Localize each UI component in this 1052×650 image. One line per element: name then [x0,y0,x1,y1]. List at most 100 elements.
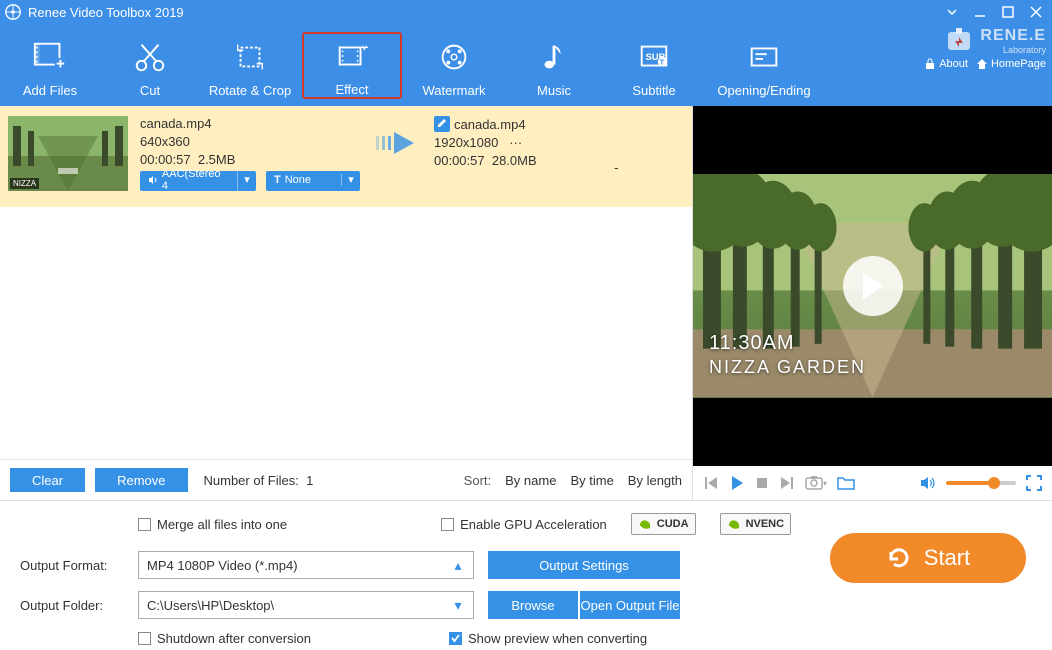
sort-label: Sort: [464,473,491,488]
subtitle-chip[interactable]: TNone ▾ [266,171,360,191]
file-thumbnail: NIZZA [8,116,128,191]
shutdown-checkbox[interactable]: Shutdown after conversion [138,631,311,646]
cut-button[interactable]: Cut [100,33,200,98]
stop-button[interactable] [755,476,769,490]
player-controls: ▾ [693,466,1052,500]
add-files-label: Add Files [23,83,77,98]
volume-button[interactable] [920,476,936,490]
start-button[interactable]: Start [830,533,1026,583]
open-folder-button[interactable] [837,476,855,490]
titlebar: Renee Video Toolbox 2019 [0,0,1052,24]
preview-checkbox[interactable]: Show preview when converting [449,631,647,646]
merge-checkbox[interactable]: Merge all files into one [138,517,287,532]
thumb-label: NIZZA [10,178,39,189]
lock-icon [924,58,936,70]
file-count-label: Number of Files: [204,473,299,488]
maximize-button[interactable] [996,3,1020,21]
opening-ending-label: Opening/Ending [717,83,810,98]
subtitle-button[interactable]: SUBT Subtitle [604,33,704,98]
output-format-combo[interactable]: MP4 1080P Video (*.mp4) ▴ [138,551,474,579]
bottom-panel: Merge all files into one Enable GPU Acce… [0,501,1052,650]
effect-icon [334,38,370,74]
sort-by-length[interactable]: By length [628,473,682,488]
music-icon [536,39,572,75]
file-list: NIZZA canada.mp4 640x360 00:00:57 2.5MB … [0,106,693,500]
audio-icon [148,175,158,185]
dest-time: 00:00:57 [434,153,485,168]
snapshot-button[interactable]: ▾ [805,475,827,491]
watermark-icon [436,39,472,75]
chevron-down-icon[interactable]: ▾ [342,173,360,186]
arrow-icon [372,126,422,160]
open-output-button[interactable]: Open Output File [580,591,680,619]
output-folder-combo[interactable]: C:\Users\HP\Desktop\ ▾ [138,591,474,619]
app-logo-icon [4,3,22,21]
play-button[interactable] [729,475,745,491]
opening-ending-icon [746,39,782,75]
dest-name: canada.mp4 [454,117,526,132]
volume-slider[interactable] [946,481,1016,485]
main-area: NIZZA canada.mp4 640x360 00:00:57 2.5MB … [0,106,1052,501]
cut-icon [132,39,168,75]
audio-chip[interactable]: AAC(Stereo 4 ▾ [140,171,256,191]
dropdown-icon[interactable] [940,3,964,21]
chevron-down-icon[interactable]: ▾ [238,173,256,186]
sort-by-name[interactable]: By name [505,473,556,488]
close-button[interactable] [1024,3,1048,21]
source-resolution: 640x360 [140,134,360,149]
cuda-badge: CUDA [631,513,696,535]
browse-button[interactable]: Browse [488,591,578,619]
file-list-footer: Clear Remove Number of Files: 1 Sort: By… [0,459,692,500]
refresh-icon [886,545,912,571]
prev-button[interactable] [703,475,719,491]
fullscreen-button[interactable] [1026,475,1042,491]
music-button[interactable]: Music [504,33,604,98]
effect-label: Effect [335,82,368,97]
dash: - [549,160,684,175]
clear-button[interactable]: Clear [10,468,85,492]
watermark-button[interactable]: Watermark [404,33,504,98]
add-files-button[interactable]: Add Files [0,33,100,98]
effect-button[interactable]: Effect [302,32,402,99]
svg-text:T: T [660,57,665,66]
rotate-crop-icon [232,39,268,75]
edit-icon[interactable] [434,116,450,132]
remove-button[interactable]: Remove [95,468,187,492]
minimize-button[interactable] [968,3,992,21]
subtitle-label: Subtitle [632,83,675,98]
about-link[interactable]: About [924,58,968,70]
cut-label: Cut [140,83,160,98]
brand-icon [944,26,974,56]
brand-name: RENE.E [980,27,1046,45]
source-time: 00:00:57 [140,152,191,167]
source-name: canada.mp4 [140,116,360,131]
source-file-info: canada.mp4 640x360 00:00:57 2.5MB AAC(St… [140,116,360,197]
output-folder-label: Output Folder: [16,598,138,613]
brand-area: RENE.E Laboratory About HomePage [924,26,1046,70]
file-row[interactable]: NIZZA canada.mp4 640x360 00:00:57 2.5MB … [0,106,692,207]
output-format-label: Output Format: [16,558,138,573]
watermark-label: Watermark [422,83,485,98]
file-count: 1 [306,473,313,488]
play-overlay-button[interactable] [843,256,903,316]
home-icon [976,58,988,70]
main-toolbar: Add Files Cut Rotate & Crop Effect Water… [0,24,1052,106]
add-files-icon [32,39,68,75]
next-button[interactable] [779,475,795,491]
chevron-up-icon: ▴ [443,552,473,578]
gpu-checkbox[interactable]: Enable GPU Acceleration [441,517,607,532]
output-settings-button[interactable]: Output Settings [488,551,680,579]
rotate-crop-button[interactable]: Rotate & Crop [200,33,300,98]
dest-resolution: 1920x1080 [434,135,498,150]
dest-file-info: canada.mp4 1920x1080 ··· 00:00:57 28.0MB [434,116,537,171]
opening-ending-button[interactable]: Opening/Ending [704,33,824,98]
video-overlay-text: 11:30AM NIZZA GARDEN [709,332,866,378]
brand-sub: Laboratory [980,45,1046,55]
chevron-down-icon: ▾ [443,592,473,618]
dest-dots[interactable]: ··· [509,135,522,150]
homepage-link[interactable]: HomePage [976,58,1046,70]
video-preview[interactable]: 11:30AM NIZZA GARDEN [693,106,1052,466]
source-size: 2.5MB [198,152,236,167]
app-title: Renee Video Toolbox 2019 [28,5,936,20]
sort-by-time[interactable]: By time [570,473,613,488]
